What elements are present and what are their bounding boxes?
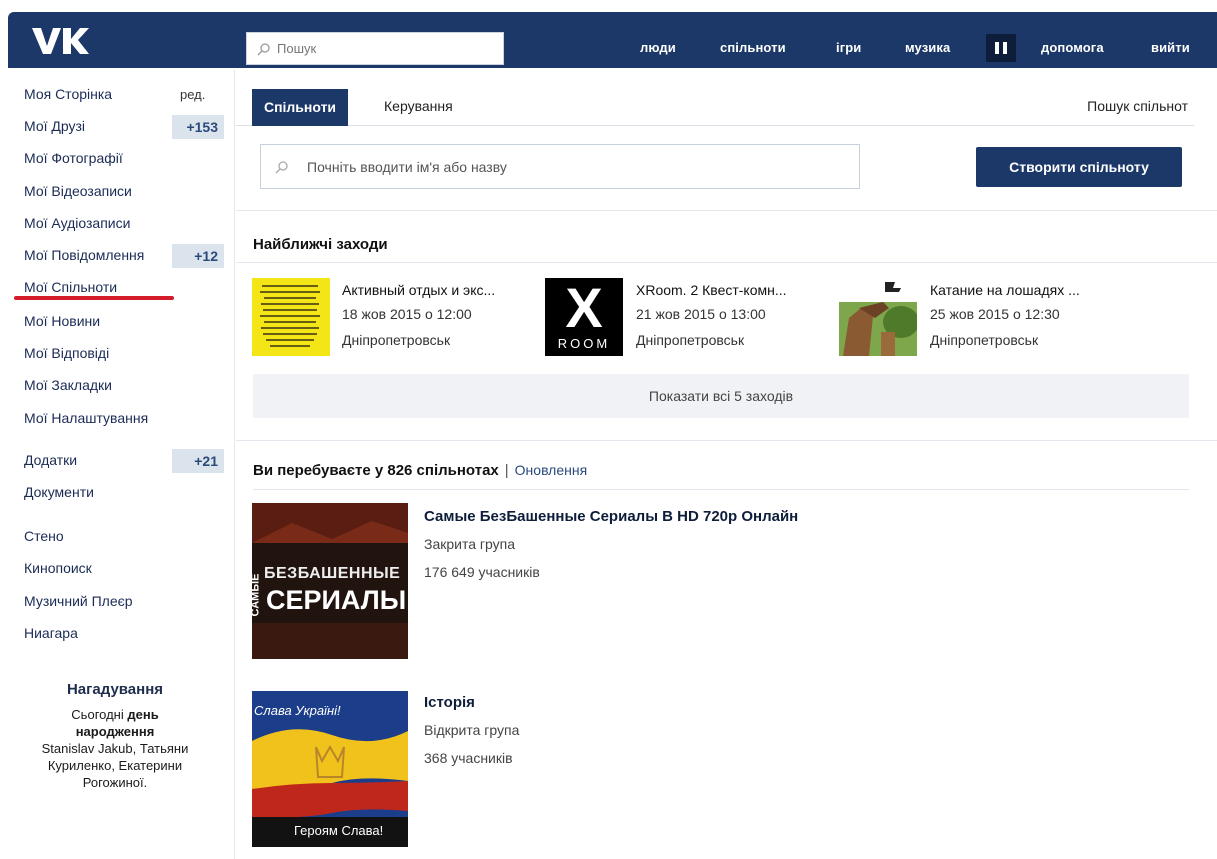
show-all-events-button[interactable]: Показати всі 5 заходів bbox=[253, 374, 1189, 418]
reminder-body: Сьогодні день народження Stanislav Jakub… bbox=[41, 707, 189, 790]
search-icon bbox=[257, 42, 270, 55]
pause-icon[interactable] bbox=[986, 34, 1016, 62]
reminder-names[interactable]: Stanislav Jakub, Татьяни Куриленко, Екат… bbox=[42, 741, 189, 790]
edit-link[interactable]: ред. bbox=[180, 87, 205, 102]
sidebar-item-bookmarks[interactable]: Мої Закладки bbox=[24, 377, 112, 393]
nav-communities[interactable]: спільноти bbox=[720, 40, 786, 55]
event-name[interactable]: XRoom. 2 Квест-комн... bbox=[636, 282, 787, 298]
sidebar-item-news[interactable]: Мої Новини bbox=[24, 313, 100, 329]
column-divider bbox=[234, 70, 235, 859]
nav-people[interactable]: люди bbox=[640, 40, 676, 55]
sidebar-item-messages[interactable]: Мої Повідомлення bbox=[24, 247, 144, 263]
divider bbox=[236, 262, 1217, 263]
divider bbox=[236, 210, 1217, 211]
sidebar-item-kinopoisk[interactable]: Кинопоиск bbox=[24, 560, 92, 576]
event-thumbnail[interactable]: X ROOM bbox=[545, 278, 623, 356]
event-date: 25 жов 2015 о 12:30 bbox=[930, 306, 1060, 322]
sidebar-item-answers[interactable]: Мої Відповіді bbox=[24, 345, 109, 361]
divider bbox=[253, 489, 1189, 490]
messages-badge[interactable]: +12 bbox=[172, 244, 224, 268]
groups-header: Ви перебуваєте у 826 спільнотах | Оновленн… bbox=[253, 462, 588, 479]
event-thumbnail[interactable] bbox=[839, 278, 917, 356]
sidebar-item-friends[interactable]: Мої Друзі bbox=[24, 118, 85, 134]
red-underline-annotation bbox=[14, 296, 174, 300]
community-search-box[interactable] bbox=[260, 144, 860, 189]
sidebar-item-apps[interactable]: Додатки bbox=[24, 452, 77, 468]
vk-logo[interactable] bbox=[30, 24, 90, 56]
community-search-input[interactable] bbox=[307, 158, 847, 175]
event-thumbnail[interactable] bbox=[252, 278, 330, 356]
group-thumbnail[interactable]: Слава Україні! Героям Слава! bbox=[252, 691, 408, 847]
group-name[interactable]: Самые БезБашенные Сериалы В HD 720p Онла… bbox=[424, 508, 798, 525]
nav-help[interactable]: допомога bbox=[1041, 40, 1104, 55]
create-community-button[interactable]: Створити спільноту bbox=[976, 147, 1182, 187]
group-members: 176 649 учасників bbox=[424, 564, 540, 580]
search-box[interactable] bbox=[246, 32, 504, 65]
group-name[interactable]: Історія bbox=[424, 694, 475, 711]
groups-title: Ви перебуваєте у 826 спільнотах bbox=[253, 462, 499, 479]
sidebar-item-videos[interactable]: Мої Відеозаписи bbox=[24, 183, 132, 199]
friends-badge[interactable]: +153 bbox=[172, 115, 224, 139]
group-type: Закрита група bbox=[424, 536, 516, 552]
sidebar-item-steno[interactable]: Стено bbox=[24, 528, 64, 544]
tab-manage[interactable]: Керування bbox=[384, 98, 453, 114]
event-date: 21 жов 2015 о 13:00 bbox=[636, 306, 766, 322]
tab-search-communities[interactable]: Пошук спільнот bbox=[1087, 98, 1188, 114]
event-city: Дніпропетровськ bbox=[342, 332, 451, 348]
reminder-title: Нагадування bbox=[66, 681, 164, 698]
sidebar-item-photos[interactable]: Мої Фотографії bbox=[24, 150, 123, 166]
event-city: Дніпропетровськ bbox=[636, 332, 745, 348]
event-city: Дніпропетровськ bbox=[930, 332, 1039, 348]
top-header: люди спільноти ігри музика допомога вийт… bbox=[8, 12, 1217, 68]
sidebar-item-niagara[interactable]: Ниагара bbox=[24, 625, 78, 641]
group-members: 368 учасників bbox=[424, 750, 513, 766]
search-input[interactable] bbox=[277, 41, 497, 56]
event-name[interactable]: Активный отдых и экс... bbox=[342, 282, 495, 298]
event-name[interactable]: Катание на лошадях ... bbox=[930, 282, 1080, 298]
birthday-reminder: Нагадування Сьогодні день народження Sta… bbox=[20, 681, 210, 791]
sidebar-item-settings[interactable]: Мої Налаштування bbox=[24, 410, 148, 426]
sidebar-item-my-page[interactable]: Моя Сторінка bbox=[24, 86, 112, 102]
nav-logout[interactable]: вийти bbox=[1151, 40, 1190, 55]
tab-communities[interactable]: Спільноти bbox=[252, 89, 348, 126]
search-icon bbox=[275, 160, 288, 173]
tab-bar: Спільноти Керування Пошук спільнот bbox=[236, 84, 1194, 126]
group-thumbnail[interactable]: САМЫЕ БЕЗБАШЕННЫЕ СЕРИАЛЫ bbox=[252, 503, 408, 659]
events-title: Найближчі заходи bbox=[253, 236, 388, 253]
divider bbox=[236, 440, 1217, 441]
sidebar-item-audio[interactable]: Мої Аудіозаписи bbox=[24, 215, 130, 231]
apps-badge[interactable]: +21 bbox=[172, 449, 224, 473]
nav-games[interactable]: ігри bbox=[836, 40, 861, 55]
event-date: 18 жов 2015 о 12:00 bbox=[342, 306, 472, 322]
nav-music[interactable]: музика bbox=[905, 40, 950, 55]
group-type: Відкрита група bbox=[424, 722, 520, 738]
sidebar-item-music-player[interactable]: Музичний Плеєр bbox=[24, 593, 133, 609]
sidebar-item-documents[interactable]: Документи bbox=[24, 484, 94, 500]
sidebar-item-communities[interactable]: Мої Спільноти bbox=[24, 279, 117, 295]
updates-link[interactable]: Оновлення bbox=[515, 462, 588, 478]
